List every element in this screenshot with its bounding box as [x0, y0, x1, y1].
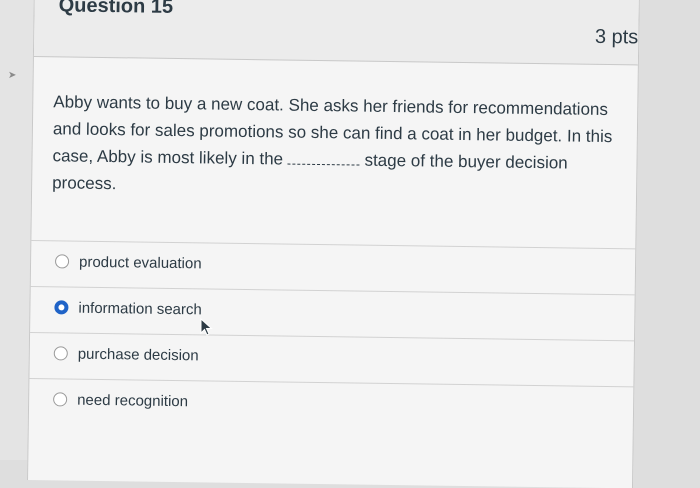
question-title: Question 15 — [58, 0, 174, 18]
answer-option-product-evaluation[interactable]: product evaluation — [30, 239, 636, 295]
answer-label: product evaluation — [78, 253, 202, 273]
answer-label: information search — [78, 299, 202, 319]
question-header: Question 15 3 pts — [33, 0, 639, 66]
answer-label: need recognition — [77, 391, 189, 411]
answer-list: product evaluation information search pu… — [28, 239, 636, 433]
radio-button-selected[interactable] — [54, 300, 69, 315]
radio-button[interactable] — [53, 392, 68, 407]
answer-option-purchase-decision[interactable]: purchase decision — [29, 331, 635, 387]
answer-option-need-recognition[interactable]: need recognition — [28, 377, 634, 433]
question-points: 3 pts — [594, 25, 639, 49]
radio-button[interactable] — [53, 346, 68, 361]
answer-option-information-search[interactable]: information search — [30, 285, 635, 341]
radio-button[interactable] — [54, 254, 70, 269]
margin-arrow-icon: ➤ — [8, 70, 17, 81]
answer-blank — [287, 149, 360, 166]
question-card: Question 15 3 pts Abby wants to buy a ne… — [27, 0, 640, 488]
question-text: Abby wants to buy a new coat. She asks h… — [52, 88, 613, 204]
answer-label: purchase decision — [77, 345, 199, 365]
mouse-pointer-icon — [200, 318, 213, 336]
